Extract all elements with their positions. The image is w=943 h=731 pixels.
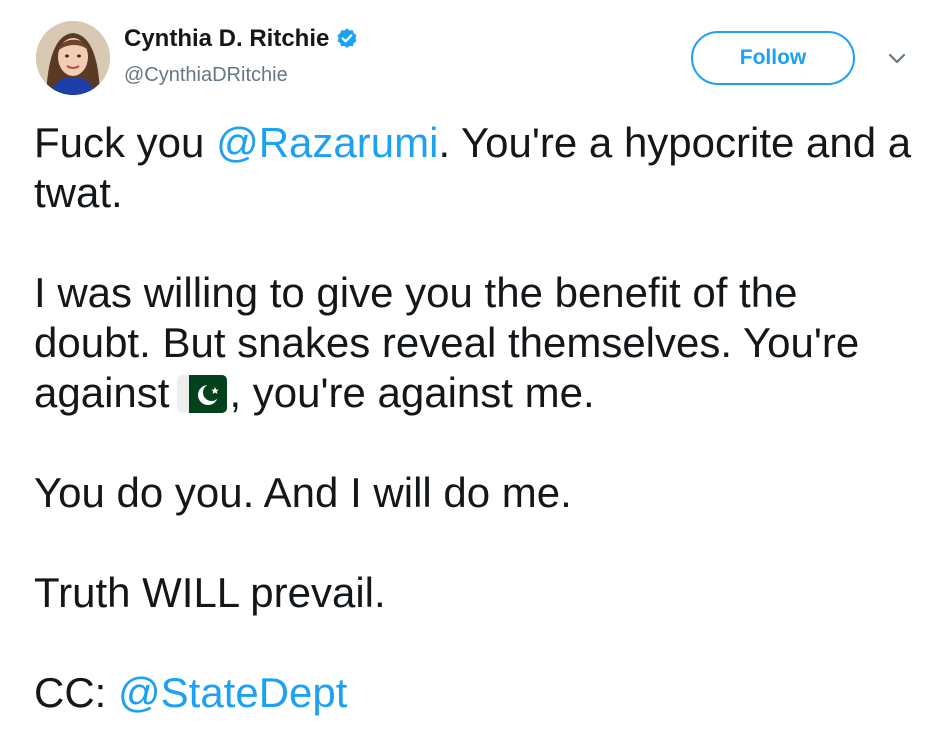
profile-photo [36,21,110,95]
follow-button[interactable]: Follow [691,31,855,85]
mention-link-razarumi[interactable]: @Razarumi [216,119,438,166]
chevron-down-icon[interactable] [884,48,910,68]
tweet-text-segment: CC: [34,669,118,716]
tweet-paragraph-5: CC: @StateDept [34,668,914,718]
display-name[interactable]: Cynthia D. Ritchie [124,25,359,53]
avatar[interactable] [36,21,110,95]
pakistan-flag-icon [177,375,228,413]
tweet-paragraph-4: Truth WILL prevail. [34,569,386,616]
tweet-paragraph-1: Fuck you @Razarumi. You're a hypocrite a… [34,118,914,218]
mention-link-statedept[interactable]: @StateDept [118,669,347,716]
display-name-text: Cynthia D. Ritchie [124,25,330,52]
tweet-text-segment: , you're against me. [229,369,595,416]
tweet-text: Fuck you @Razarumi. You're a hypocrite a… [34,118,914,718]
tweet-paragraph-2: I was willing to give you the benefit of… [34,268,914,418]
tweet-paragraph-3: You do you. And I will do me. [34,469,572,516]
verified-badge-icon [337,28,357,48]
tweet-text-segment: Fuck you [34,119,217,166]
screen-name[interactable]: @CynthiaDRitchie [124,64,288,87]
